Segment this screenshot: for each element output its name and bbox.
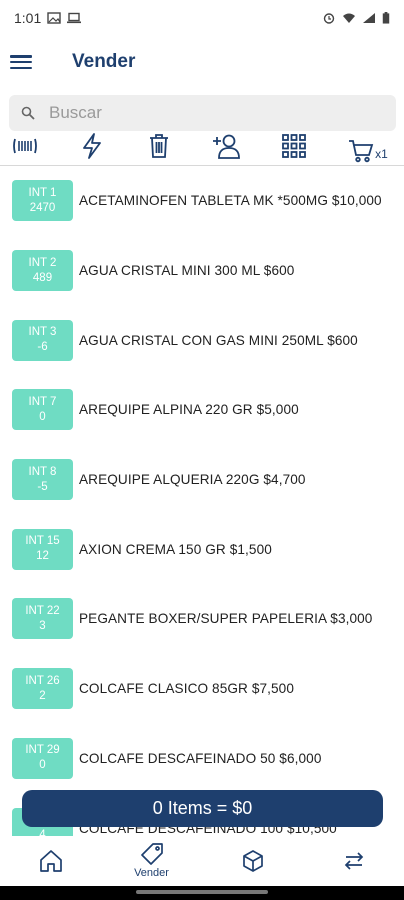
product-name: AGUA CRISTAL MINI 300 ML $600: [79, 263, 295, 279]
product-stock: 0: [39, 410, 46, 423]
nav-sell-label: Vender: [134, 867, 169, 879]
product-stock: 489: [32, 271, 53, 284]
product-code-badge: INT 1 2470: [12, 180, 73, 222]
wifi-icon: [343, 13, 355, 23]
action-toolbar: x1: [0, 126, 404, 166]
nav-sell[interactable]: Vender: [117, 838, 187, 884]
product-name: COLCAFE DESCAFEINADO 50 $6,000: [79, 750, 322, 766]
product-code: INT 15: [25, 535, 60, 548]
product-row[interactable]: INT 1 2470 ACETAMINOFEN TABLETA MK *500MG …: [0, 166, 404, 236]
product-name: ACETAMINOFEN TABLETA MK *500MG $10,000: [79, 193, 382, 209]
battery-icon: [382, 12, 390, 24]
swap-arrows-icon: [344, 852, 363, 870]
bottom-navigation: Vender: [0, 836, 404, 886]
product-name: AGUA CRISTAL CON GAS MINI 250ML $600: [79, 332, 358, 348]
grid-icon: [281, 133, 306, 158]
product-code: INT 29: [25, 744, 60, 757]
signal-icon: [363, 13, 375, 23]
product-stock: 0: [39, 759, 46, 772]
delete-button[interactable]: [142, 129, 176, 163]
product-code: INT 8: [28, 465, 57, 478]
product-list: INT 1 2470 ACETAMINOFEN TABLETA MK *500MG …: [0, 166, 404, 840]
barcode-scan-button[interactable]: [8, 129, 42, 163]
product-stock: 2: [39, 689, 46, 702]
product-stock: 3: [39, 619, 46, 632]
quick-sale-button[interactable]: [75, 129, 109, 163]
product-stock: 2470: [29, 201, 56, 214]
product-code: INT 3: [28, 326, 57, 339]
status-bar: 1:01: [0, 0, 404, 36]
image-notification-icon: [47, 12, 61, 24]
status-time: 1:01: [14, 10, 42, 26]
product-row[interactable]: INT 8 -5 AREQUIPE ALQUERIA 220G $4,700: [0, 445, 404, 515]
app-bar: Vender: [0, 36, 404, 88]
product-name: AXION CREMA 150 GR $1,500: [79, 541, 272, 557]
product-code: INT 7: [28, 395, 57, 408]
product-name: COLCAFE CLASICO 85GR $7,500: [79, 681, 295, 697]
nav-transfers[interactable]: [319, 838, 389, 884]
product-code-badge: INT 3 -6: [12, 319, 73, 361]
product-code: INT 1: [28, 186, 57, 199]
nav-home[interactable]: [16, 838, 86, 884]
nav-inventory[interactable]: [218, 838, 288, 884]
menu-icon[interactable]: [10, 53, 32, 71]
product-stock: -5: [37, 480, 48, 493]
product-code-badge: INT 26 2: [12, 668, 73, 710]
tag-icon: [140, 843, 163, 865]
product-row[interactable]: INT 29 0 COLCAFE DESCAFEINADO 50 $6,000: [0, 724, 404, 794]
product-row[interactable]: INT 7 0 AREQUIPE ALPINA 220 GR $5,000: [0, 375, 404, 445]
add-customer-button[interactable]: [210, 129, 244, 163]
product-row[interactable]: INT 3 -6 AGUA CRISTAL CON GAS MINI 250ML $…: [0, 305, 404, 375]
categories-grid-button[interactable]: [277, 129, 311, 163]
cart-icon: [349, 139, 374, 162]
gesture-bar: [0, 886, 404, 900]
barcode-icon: [13, 138, 37, 153]
product-code-badge: INT 29 0: [12, 737, 73, 779]
search-input[interactable]: [49, 103, 349, 123]
product-code: INT 26: [25, 674, 60, 687]
checkout-total-button[interactable]: 0 Items = $0: [22, 790, 383, 827]
product-name: AREQUIPE ALPINA 220 GR $5,000: [79, 402, 299, 418]
lightning-icon: [83, 132, 102, 159]
product-stock: 12: [36, 550, 49, 563]
product-row[interactable]: INT 26 2 COLCAFE CLASICO 85GR $7,500: [0, 654, 404, 724]
product-code-badge: INT 22 3: [12, 598, 73, 640]
product-code-badge: INT 2 489: [12, 250, 73, 292]
cart-count: x1: [375, 146, 388, 161]
laptop-notification-icon: [67, 12, 82, 24]
product-code-badge: INT 15 12: [12, 528, 73, 570]
product-code-badge: INT 7 0: [12, 389, 73, 431]
product-stock: -6: [37, 341, 48, 354]
product-row[interactable]: INT 22 3 PEGANTE BOXER/SUPER PAPELERIA $3,…: [0, 584, 404, 654]
product-code: INT 2: [28, 256, 57, 269]
add-user-icon: [212, 134, 240, 159]
product-code-badge: INT 8 -5: [12, 459, 73, 501]
cart-button[interactable]: x1: [344, 129, 392, 163]
product-name: PEGANTE BOXER/SUPER PAPELERIA $3,000: [79, 611, 373, 627]
home-icon: [39, 850, 62, 872]
product-row[interactable]: INT 2 489 AGUA CRISTAL MINI 300 ML $600: [0, 236, 404, 306]
trash-icon: [150, 133, 169, 158]
cube-icon: [242, 850, 263, 872]
product-row[interactable]: INT 15 12 AXION CREMA 150 GR $1,500: [0, 514, 404, 584]
product-name: AREQUIPE ALQUERIA 220G $4,700: [79, 472, 306, 488]
search-icon: [21, 106, 35, 120]
page-title: Vender: [72, 51, 136, 72]
alarm-icon: [323, 13, 335, 24]
product-code: INT 22: [25, 604, 60, 617]
